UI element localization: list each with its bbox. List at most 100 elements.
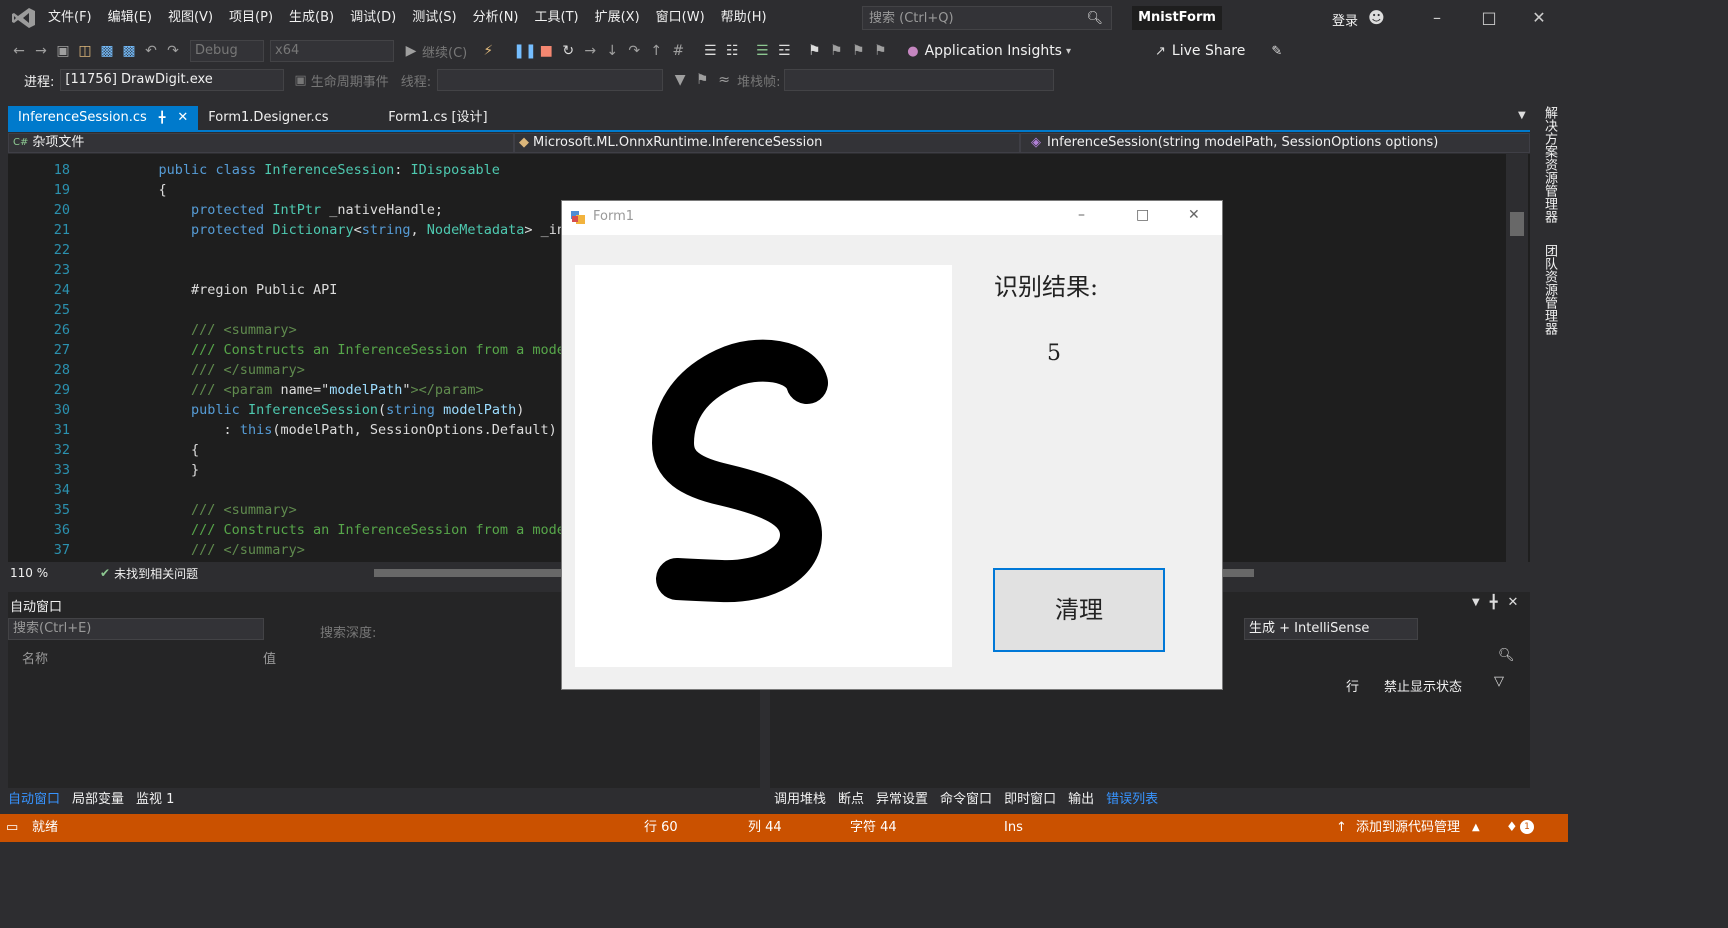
menu-item[interactable]: 测试(S) [404, 0, 464, 36]
code-line[interactable]: 22 [8, 240, 573, 260]
filter-icon[interactable]: ▼ [669, 72, 691, 88]
bottom-tab[interactable]: 异常设置 [876, 788, 928, 807]
indent-icon[interactable]: ☰ [751, 43, 773, 59]
autos-tab[interactable]: 监视 1 [136, 788, 174, 807]
comment-icon[interactable]: ☲ [773, 43, 795, 59]
search-input[interactable]: 搜索 (Ctrl+Q) 🔍︎ [862, 6, 1112, 30]
bottom-tab[interactable]: 即时窗口 [1004, 788, 1056, 807]
code-line[interactable]: 34 [8, 480, 573, 500]
menu-item[interactable]: 视图(V) [160, 0, 221, 36]
code-line[interactable]: 18 public class InferenceSession: IDispo… [8, 160, 573, 180]
menu-item[interactable]: 工具(T) [527, 0, 587, 36]
project-combo[interactable]: C# 杂项文件 [8, 133, 514, 153]
close-window-button[interactable]: ✕ [1516, 0, 1562, 36]
code-line[interactable]: 25 [8, 300, 573, 320]
account-icon[interactable]: ☻ [1368, 8, 1385, 27]
bottom-tab[interactable]: 错误列表 [1106, 788, 1158, 807]
form-minimize-button[interactable]: – [1078, 207, 1085, 223]
flag-icon[interactable]: ⚑ [691, 72, 713, 88]
menu-item[interactable]: 编辑(E) [100, 0, 160, 36]
tab-form1-design[interactable]: Form1.cs [设计] [378, 106, 497, 130]
show-next-statement-icon[interactable]: → [579, 43, 601, 59]
code-line[interactable]: 32 { [8, 440, 573, 460]
code-line[interactable]: 29 /// <param name="modelPath"></param> [8, 380, 573, 400]
menu-item[interactable]: 调试(D) [342, 0, 404, 36]
drawing-canvas[interactable] [575, 265, 952, 667]
clear-button[interactable]: 清理 [993, 568, 1165, 652]
code-line[interactable]: 33 } [8, 460, 573, 480]
code-line[interactable]: 36 /// Constructs an InferenceSession fr… [8, 520, 573, 540]
thread-select[interactable] [437, 69, 664, 91]
notifications-icon[interactable]: ♦ [1506, 814, 1518, 842]
filter-icon[interactable]: ▽ [1494, 674, 1504, 689]
code-line[interactable]: 23 [8, 260, 573, 280]
source-control-button[interactable]: 添加到源代码管理 [1356, 814, 1460, 842]
stop-icon[interactable]: ■ [535, 43, 557, 59]
step-into-icon[interactable]: ↓ [601, 43, 623, 59]
team-explorer-tab[interactable]: 团队资源管理器 [1540, 244, 1559, 335]
open-folder-icon[interactable]: ◫ [74, 43, 96, 59]
solution-explorer-tab[interactable]: 解决方案资源管理器 [1540, 106, 1559, 223]
code-line[interactable]: 21 protected Dictionary<string, NodeMeta… [8, 220, 573, 240]
close-icon[interactable]: ✕ [177, 106, 188, 130]
hot-reload-icon[interactable]: ⚡ [477, 43, 499, 59]
frames-icon[interactable]: ☷ [721, 43, 743, 59]
tab-overflow-icon[interactable]: ▼ [1518, 110, 1526, 121]
undo-icon[interactable]: ↶ [140, 43, 162, 59]
new-project-icon[interactable]: ▣ [52, 43, 74, 59]
lifecycle-events[interactable]: 生命周期事件 [311, 71, 389, 90]
status-line[interactable]: 行 60 [644, 814, 678, 842]
menu-item[interactable]: 生成(B) [281, 0, 342, 36]
code-line[interactable]: 30 public InferenceSession(string modelP… [8, 400, 573, 420]
menu-item[interactable]: 帮助(H) [713, 0, 775, 36]
pause-icon[interactable]: ❚❚ [513, 43, 536, 59]
continue-button[interactable]: 继续(C) [422, 42, 467, 61]
code-line[interactable]: 19 { [8, 180, 573, 200]
back-icon[interactable]: ← [8, 43, 30, 59]
build-filter-select[interactable]: 生成 + IntelliSense [1244, 618, 1418, 640]
menu-item[interactable]: 窗口(W) [648, 0, 713, 36]
redo-icon[interactable]: ↷ [162, 43, 184, 59]
live-share-button[interactable]: Live Share [1172, 43, 1245, 59]
bottom-tab[interactable]: 调用堆栈 [774, 788, 826, 807]
menu-item[interactable]: 分析(N) [465, 0, 527, 36]
config-select[interactable]: Debug [190, 40, 264, 62]
app-insights-button[interactable]: Application Insights [925, 43, 1062, 59]
issues-status[interactable]: 未找到相关问题 [114, 565, 198, 582]
menu-item[interactable]: 项目(P) [221, 0, 281, 36]
tab-form1-designer[interactable]: Form1.Designer.cs [198, 106, 378, 130]
save-icon[interactable]: ▩ [96, 43, 118, 59]
code-line[interactable]: 31 : this(modelPath, SessionOptions.Defa… [8, 420, 573, 440]
forward-icon[interactable]: → [30, 43, 52, 59]
type-combo[interactable]: ◆ Microsoft.ML.OnnxRuntime.InferenceSess… [514, 133, 1020, 153]
form-close-button[interactable]: ✕ [1188, 207, 1200, 223]
code-line[interactable]: 27 /// Constructs an InferenceSession fr… [8, 340, 573, 360]
pin-icon[interactable]: ╋ [159, 106, 166, 130]
login-link[interactable]: 登录 [1332, 10, 1358, 29]
menu-item[interactable]: 扩展(X) [587, 0, 648, 36]
clear-bookmark-icon[interactable]: ⚑ [869, 43, 891, 59]
code-line[interactable]: 37 /// </summary> [8, 540, 573, 560]
panel-dropdown-icon[interactable]: ▼ [1472, 597, 1480, 608]
bookmark-icon[interactable]: ⚑ [803, 43, 825, 59]
search-icon[interactable]: 🔍︎ [1498, 648, 1515, 663]
code-line[interactable]: 28 /// </summary> [8, 360, 573, 380]
member-combo[interactable]: ◈ InferenceSession(string modelPath, Ses… [1020, 133, 1530, 153]
code-line[interactable]: 26 /// <summary> [8, 320, 573, 340]
bottom-tab[interactable]: 断点 [838, 788, 864, 807]
autos-search-input[interactable]: 搜索(Ctrl+E) [8, 618, 264, 640]
status-column[interactable]: 列 44 [748, 814, 782, 842]
next-bookmark-icon[interactable]: ⚑ [847, 43, 869, 59]
restart-icon[interactable]: ↻ [557, 43, 579, 59]
form-maximize-button[interactable]: □ [1136, 207, 1149, 223]
step-out-icon[interactable]: ↑ [645, 43, 667, 59]
stack-icon[interactable]: ≈ [713, 72, 735, 88]
feedback-icon[interactable]: ✎ [1271, 44, 1282, 59]
autos-tab[interactable]: 局部变量 [72, 788, 124, 807]
code-line[interactable]: 20 protected IntPtr _nativeHandle; [8, 200, 573, 220]
autos-tab[interactable]: 自动窗口 [8, 788, 60, 807]
zoom-level[interactable]: 110 % [10, 566, 70, 580]
prev-bookmark-icon[interactable]: ⚑ [825, 43, 847, 59]
menu-item[interactable]: 文件(F) [40, 0, 100, 36]
stackframe-select[interactable] [784, 69, 1055, 91]
